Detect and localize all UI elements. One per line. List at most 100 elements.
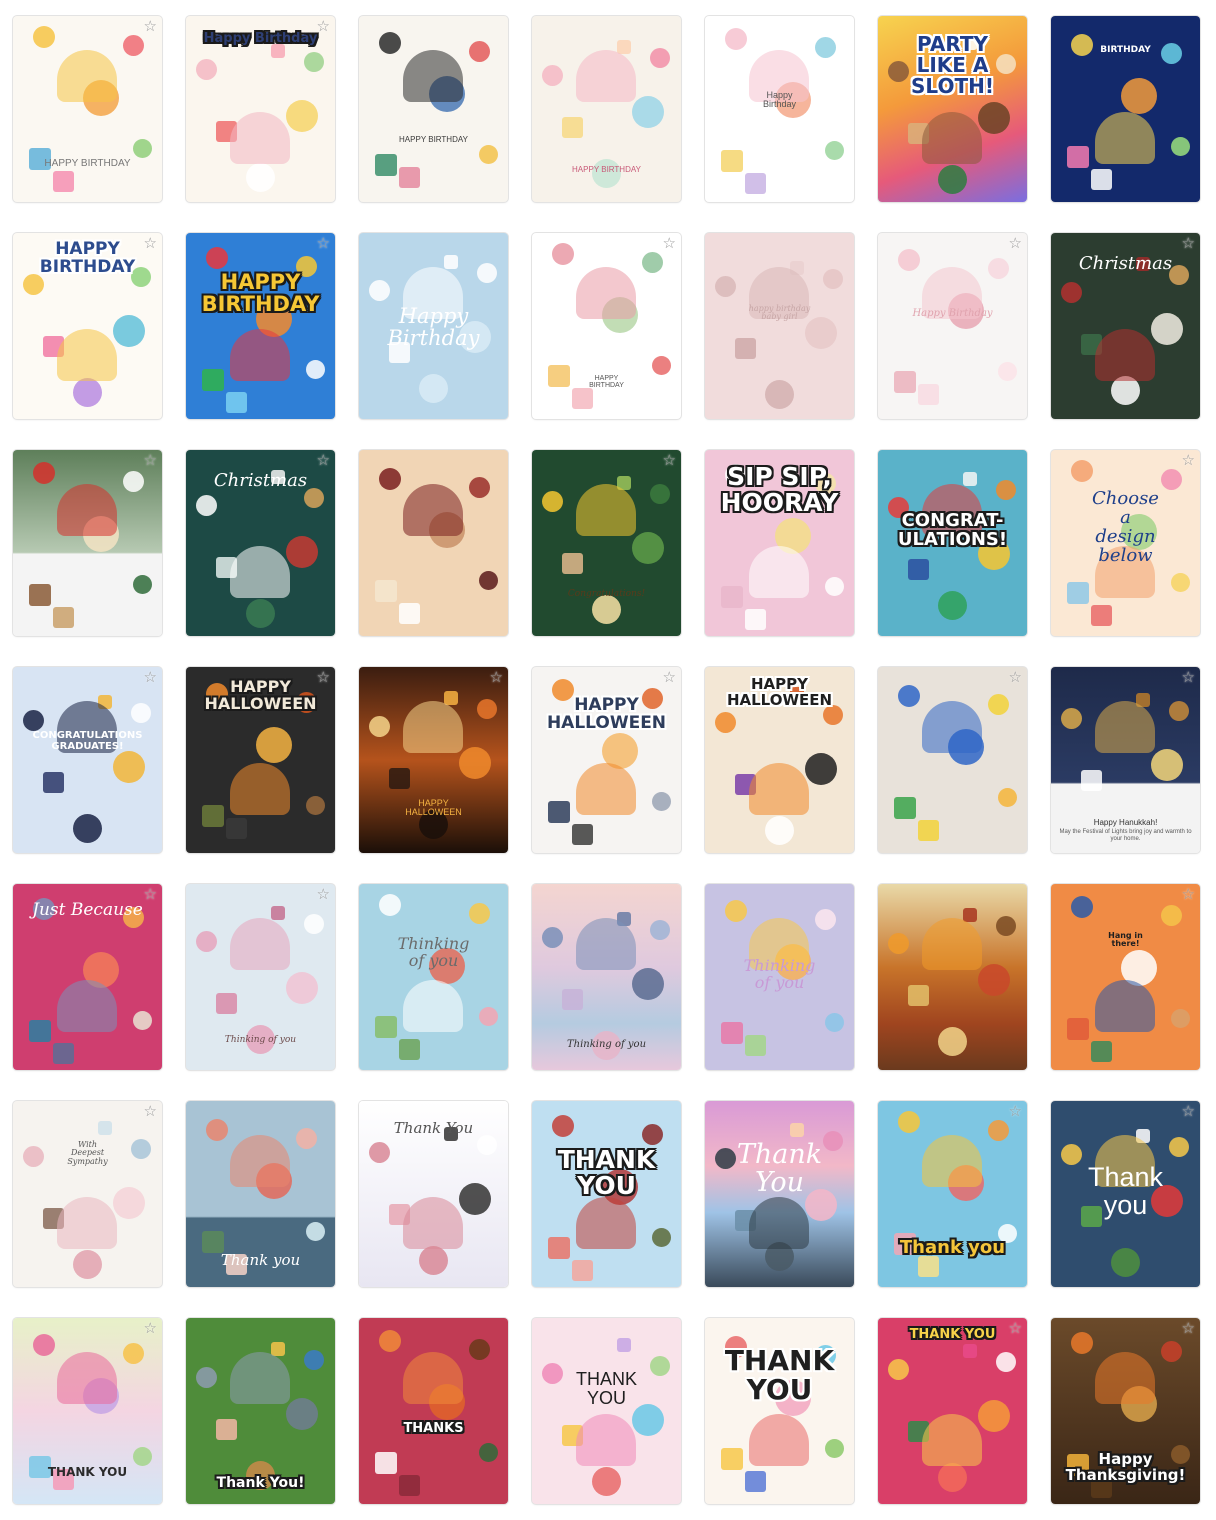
illustration-shape [133, 1011, 152, 1030]
card-17[interactable] [359, 450, 508, 636]
card-11[interactable]: HAPPY BIRTHDAY ☆ [532, 233, 681, 419]
favorite-star-icon[interactable]: ☆ [144, 1321, 157, 1336]
favorite-star-icon[interactable]: ☆ [1182, 1104, 1195, 1119]
favorite-star-icon[interactable]: ☆ [1182, 453, 1195, 468]
card-41[interactable]: Thank you ☆ [878, 1101, 1027, 1287]
favorite-star-icon[interactable]: ☆ [144, 19, 157, 34]
illustration-shape [369, 1142, 390, 1163]
favorite-star-icon[interactable]: ☆ [317, 19, 330, 34]
card-43[interactable]: THANK YOU ☆ [13, 1318, 162, 1504]
card-6[interactable]: PARTY LIKE A SLOTH! [878, 16, 1027, 202]
card-1[interactable]: HAPPY BIRTHDAY ☆ [13, 16, 162, 202]
favorite-star-icon[interactable]: ☆ [663, 236, 676, 251]
card-30[interactable]: Thinking of you ☆ [186, 884, 335, 1070]
illustration-shape [988, 258, 1009, 279]
card-32[interactable]: Thinking of you [532, 884, 681, 1070]
illustration-shape [1071, 896, 1093, 918]
card-38[interactable]: Thank You [359, 1101, 508, 1287]
card-40[interactable]: Thank You [705, 1101, 854, 1287]
card-28[interactable]: Happy Hanukkah! May the Festival of Light… [1051, 667, 1200, 853]
favorite-star-icon[interactable]: ☆ [1182, 236, 1195, 251]
card-37[interactable]: Thank you [186, 1101, 335, 1287]
illustration-shape [29, 1020, 51, 1042]
favorite-star-icon[interactable]: ☆ [144, 887, 157, 902]
favorite-star-icon[interactable]: ☆ [663, 670, 676, 685]
favorite-star-icon[interactable]: ☆ [1009, 670, 1022, 685]
card-3[interactable]: HAPPY BIRTHDAY [359, 16, 508, 202]
card-4[interactable]: HAPPY BIRTHDAY [532, 16, 681, 202]
favorite-star-icon[interactable]: ☆ [144, 670, 157, 685]
favorite-star-icon[interactable]: ☆ [317, 453, 330, 468]
illustration-shape [998, 788, 1017, 807]
card-49[interactable]: Happy Thanksgiving! ☆ [1051, 1318, 1200, 1504]
card-39[interactable]: THANK YOU [532, 1101, 681, 1287]
card-12[interactable]: happy birthday baby girl [705, 233, 854, 419]
favorite-star-icon[interactable]: ☆ [317, 236, 330, 251]
favorite-star-icon[interactable]: ☆ [663, 453, 676, 468]
illustration-shape [477, 263, 497, 283]
card-27[interactable]: ☆ [878, 667, 1027, 853]
illustration-shape [304, 914, 324, 934]
illustration-shape [996, 480, 1016, 500]
card-18[interactable]: Congratulations! ☆ [532, 450, 681, 636]
illustration-shape [196, 1367, 217, 1388]
card-45[interactable]: THANKS [359, 1318, 508, 1504]
card-42[interactable]: Thank you ☆ [1051, 1101, 1200, 1287]
favorite-star-icon[interactable]: ☆ [317, 887, 330, 902]
favorite-star-icon[interactable]: ☆ [317, 670, 330, 685]
card-25[interactable]: HAPPY HALLOWEEN ☆ [532, 667, 681, 853]
card-15[interactable]: ☆ [13, 450, 162, 636]
card-35[interactable]: Hang in there! ☆ [1051, 884, 1200, 1070]
card-48[interactable]: THANK YOU ☆ [878, 1318, 1027, 1504]
illustration-shape [399, 1475, 420, 1496]
card-2[interactable]: Happy Birthday ☆ [186, 16, 335, 202]
illustration-shape [1071, 460, 1093, 482]
card-10[interactable]: Happy Birthday [359, 233, 508, 419]
favorite-star-icon[interactable]: ☆ [144, 453, 157, 468]
card-grid: HAPPY BIRTHDAY ☆ Happy Birthday ☆ HAPPY BIRT… [13, 16, 1200, 1504]
card-23[interactable]: HAPPY HALLOWEEN ☆ [186, 667, 335, 853]
card-title: THANK YOU [724, 1344, 835, 1407]
card-33[interactable]: Thinking of you [705, 884, 854, 1070]
illustration-shape [805, 753, 837, 785]
favorite-star-icon[interactable]: ☆ [1009, 1321, 1022, 1336]
card-20[interactable]: CONGRAT- ULATIONS! [878, 450, 1027, 636]
card-16[interactable]: Christmas ☆ [186, 450, 335, 636]
illustration-shape [1091, 605, 1112, 626]
favorite-star-icon[interactable]: ☆ [1009, 236, 1022, 251]
card-36[interactable]: With Deepest Sympathy ☆ [13, 1101, 162, 1287]
favorite-star-icon[interactable]: ☆ [1182, 887, 1195, 902]
illustration-shape [304, 52, 324, 72]
card-22[interactable]: CONGRATULATIONS GRADUATES! ☆ [13, 667, 162, 853]
card-title: THANK YOU [47, 1465, 128, 1479]
card-19[interactable]: SIP SIP, HOORAY [705, 450, 854, 636]
illustration-shape [765, 380, 794, 409]
favorite-star-icon[interactable]: ☆ [1182, 670, 1195, 685]
favorite-star-icon[interactable]: ☆ [1009, 1104, 1022, 1119]
card-46[interactable]: THANK YOU [532, 1318, 681, 1504]
card-47[interactable]: THANK YOU [705, 1318, 854, 1504]
card-8[interactable]: HAPPY BIRTHDAY ☆ [13, 233, 162, 419]
illustration-shape [379, 468, 401, 490]
card-29[interactable]: Just Because ☆ [13, 884, 162, 1070]
card-14[interactable]: Christmas ☆ [1051, 233, 1200, 419]
favorite-star-icon[interactable]: ☆ [144, 1104, 157, 1119]
illustration-shape [1171, 573, 1190, 592]
favorite-star-icon[interactable]: ☆ [1182, 1321, 1195, 1336]
card-31[interactable]: Thinking of you [359, 884, 508, 1070]
card-44[interactable]: Thank You! [186, 1318, 335, 1504]
card-21[interactable]: Choose a design below ☆ [1051, 450, 1200, 636]
card-13[interactable]: Happy Birthday ☆ [878, 233, 1027, 419]
card-illustration [532, 450, 681, 636]
card-24[interactable]: HAPPY HALLOWEEN ☆ [359, 667, 508, 853]
card-26[interactable]: HAPPY HALLOWEEN [705, 667, 854, 853]
illustration-shape [306, 1222, 325, 1241]
card-34[interactable] [878, 884, 1027, 1070]
illustration-shape [765, 816, 794, 845]
favorite-star-icon[interactable]: ☆ [490, 670, 503, 685]
card-illustration [532, 233, 681, 419]
card-9[interactable]: HAPPY BIRTHDAY ☆ [186, 233, 335, 419]
card-7[interactable]: BIRTHDAY [1051, 16, 1200, 202]
favorite-star-icon[interactable]: ☆ [144, 236, 157, 251]
card-5[interactable]: Happy Birthday [705, 16, 854, 202]
